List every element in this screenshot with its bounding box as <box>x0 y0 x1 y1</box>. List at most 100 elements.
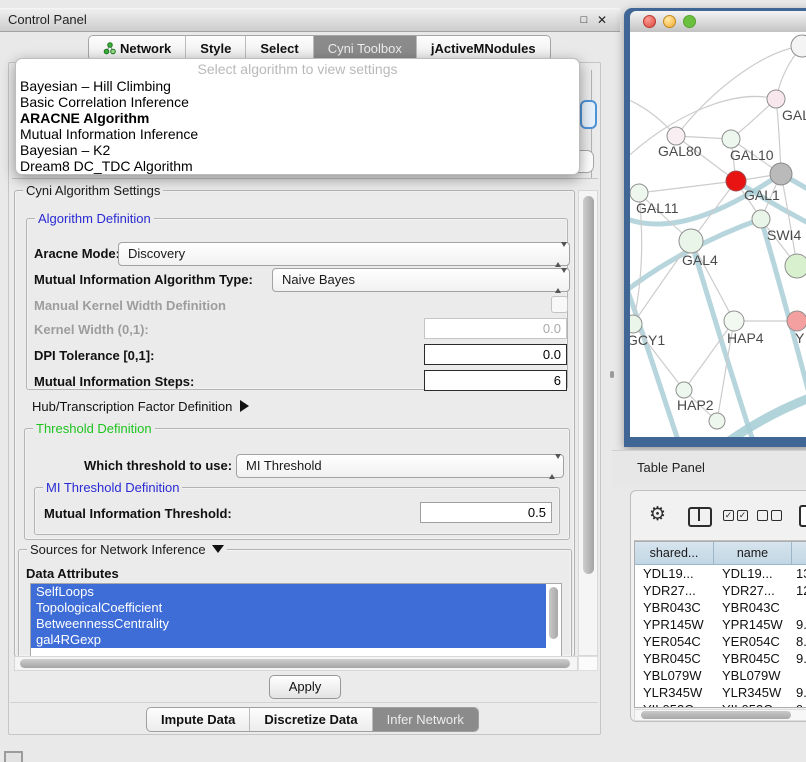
table-row[interactable]: YPR145WYPR145W9. <box>635 616 806 633</box>
network-canvas[interactable]: GALGAL80GAL10GAL1GAL11SWI4GAL4GCY1HAP4YH… <box>630 32 806 437</box>
node-label-gal11: GAL11 <box>636 200 679 216</box>
bottom-tab-discretize-data[interactable]: Discretize Data <box>250 708 372 731</box>
network-edge <box>639 181 736 193</box>
algorithm-list: Bayesian – Hill ClimbingBasic Correlatio… <box>20 78 575 174</box>
settings-horizontal-scrollbar[interactable] <box>14 656 578 671</box>
tab-style[interactable]: Style <box>186 36 246 60</box>
node-table: shared...name YDL19...YDL19...13YDR27...… <box>634 541 806 708</box>
data-attribute-betweennesscentrality[interactable]: BetweennessCentrality <box>31 616 546 632</box>
settings-vertical-scrollbar[interactable] <box>578 190 598 656</box>
hub-definition-expander[interactable]: Hub/Transcription Factor Definition <box>32 399 249 414</box>
table-cell: 8. <box>792 633 806 650</box>
algorithm-option-basic-correlation-inference[interactable]: Basic Correlation Inference <box>20 94 575 110</box>
zoom-traffic-light[interactable] <box>683 15 696 28</box>
network-node[interactable] <box>785 254 806 278</box>
network-node-gal4[interactable] <box>679 229 703 253</box>
table-row[interactable]: YLR345WYLR345W9. <box>635 684 806 701</box>
network-node-hap2[interactable] <box>676 382 692 398</box>
deselect-all-icon[interactable] <box>757 510 782 521</box>
tab-network[interactable]: Network <box>89 36 186 60</box>
minimized-panel-icon[interactable] <box>4 751 23 762</box>
bottom-tabbar: Impute DataDiscretize DataInfer Network <box>146 707 479 732</box>
table-row[interactable]: YBR043CYBR043C <box>635 599 806 616</box>
apply-button[interactable]: Apply <box>269 675 341 699</box>
node-label-gal10: GAL10 <box>730 147 774 163</box>
manual-kernel-width-checkbox[interactable] <box>551 296 568 313</box>
network-node[interactable] <box>770 163 792 185</box>
table-cell: 9. <box>792 650 806 667</box>
algorithm-option-dream8-dc-tdc-algorithm[interactable]: Dream8 DC_TDC Algorithm <box>20 158 575 174</box>
table-icon[interactable] <box>799 505 806 527</box>
algorithm-option-mutual-information-inference[interactable]: Mutual Information Inference <box>20 126 575 142</box>
network-window-titlebar <box>630 11 806 33</box>
tab-select[interactable]: Select <box>246 36 313 60</box>
tab-label: Cyni Toolbox <box>328 41 402 56</box>
aracne-mode-combobox[interactable]: Discovery <box>118 242 570 266</box>
network-node-gal1[interactable] <box>726 171 746 191</box>
column-header-partial[interactable] <box>792 542 806 565</box>
algorithm-option-bayesian-k2[interactable]: Bayesian – K2 <box>20 142 575 158</box>
which-threshold-value: MI Threshold <box>246 455 322 477</box>
network-node-gal[interactable] <box>767 90 785 108</box>
dpi-tolerance-input[interactable] <box>424 344 567 365</box>
network-node[interactable] <box>791 35 806 57</box>
float-window-icon[interactable]: □ <box>576 9 592 31</box>
combo-arrows-icon <box>555 273 562 288</box>
data-attribute-gal4rgexp[interactable]: gal4RGexp <box>31 632 546 648</box>
mi-threshold-input[interactable] <box>420 502 552 523</box>
table-cell: YIL052C <box>635 701 714 708</box>
table-row[interactable]: YER054CYER054C8. <box>635 633 806 650</box>
minimize-traffic-light[interactable] <box>663 15 676 28</box>
tab-cyni-toolbox[interactable]: Cyni Toolbox <box>314 36 417 60</box>
manual-kernel-width-label: Manual Kernel Width Definition <box>34 298 226 313</box>
network-node[interactable] <box>709 413 725 429</box>
table-horizontal-scrollbar[interactable] <box>634 709 806 721</box>
network-node-hap4[interactable] <box>724 311 744 331</box>
list-scrollbar[interactable] <box>547 585 560 655</box>
mi-steps-input[interactable] <box>424 370 567 391</box>
algorithm-option-aracne-algorithm[interactable]: ARACNE Algorithm <box>20 110 575 126</box>
mi-threshold-label: Mutual Information Threshold: <box>44 506 232 521</box>
network-icon <box>103 42 116 55</box>
table-cell: YBL079W <box>714 667 792 684</box>
network-node-swi4[interactable] <box>752 210 770 228</box>
columns-icon[interactable] <box>688 507 712 527</box>
data-attribute-topologicalcoefficient[interactable]: TopologicalCoefficient <box>31 600 546 616</box>
node-label-gcy1: GCY1 <box>630 332 665 348</box>
tab-label: jActiveMNodules <box>431 41 536 56</box>
data-attribute-selfloops[interactable]: SelfLoops <box>31 584 546 600</box>
column-header-shared[interactable]: shared... <box>635 542 714 565</box>
table-panel-title: Table Panel <box>637 451 705 485</box>
panel-divider-handle[interactable] <box>610 371 614 378</box>
close-icon[interactable]: ✕ <box>594 9 610 31</box>
algorithm-option-bayesian-hill-climbing[interactable]: Bayesian – Hill Climbing <box>20 78 575 94</box>
bottom-tab-impute-data[interactable]: Impute Data <box>147 708 250 731</box>
data-attributes-label: Data Attributes <box>26 566 119 581</box>
mi-algorithm-type-combobox[interactable]: Naive Bayes <box>272 268 570 292</box>
table-cell: 9 <box>792 701 806 708</box>
table-cell: 12 <box>792 582 806 599</box>
mi-algorithm-type-label: Mutual Information Algorithm Type: <box>34 272 253 287</box>
gear-icon[interactable]: ⚙ <box>649 503 666 527</box>
table-row[interactable]: YBL079WYBL079W <box>635 667 806 684</box>
select-all-icon[interactable]: ✓✓ <box>723 510 748 521</box>
network-edge <box>761 219 806 397</box>
close-traffic-light[interactable] <box>643 15 656 28</box>
kernel-width-input[interactable] <box>424 318 567 339</box>
algorithm-popup-placeholder: Select algorithm to view settings <box>16 61 579 77</box>
network-node-gal10[interactable] <box>722 130 740 148</box>
which-threshold-combobox[interactable]: MI Threshold <box>236 454 564 478</box>
bottom-tab-infer-network[interactable]: Infer Network <box>373 708 478 731</box>
table-row[interactable]: YDL19...YDL19...13 <box>635 565 806 582</box>
network-node-y[interactable] <box>787 311 806 331</box>
column-header-name[interactable]: name <box>714 542 792 565</box>
tab-jactivemnodules[interactable]: jActiveMNodules <box>417 36 550 60</box>
table-cell: YBR043C <box>714 599 792 616</box>
table-row[interactable]: YIL052CYIL052C9 <box>635 701 806 708</box>
table-row[interactable]: YBR045CYBR045C9. <box>635 650 806 667</box>
table-row[interactable]: YDR27...YDR27...12 <box>635 582 806 599</box>
obscured-group-bottom <box>12 178 598 179</box>
table-panel-header: Table Panel <box>612 450 806 487</box>
table-cell <box>792 667 806 684</box>
table-cell: 9. <box>792 684 806 701</box>
